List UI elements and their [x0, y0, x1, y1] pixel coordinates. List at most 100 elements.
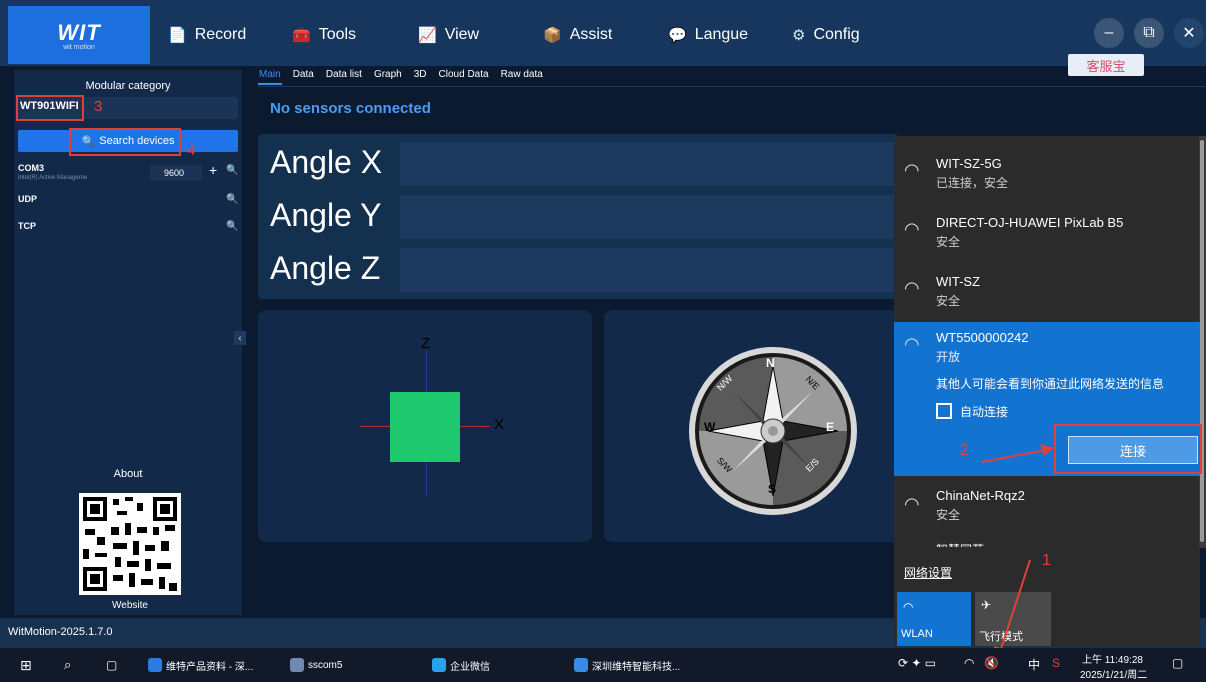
- angle-x-label: Angle X: [270, 144, 383, 180]
- cube-icon: 📦: [543, 27, 562, 44]
- annotation-3: 3: [94, 98, 103, 115]
- port-udp[interactable]: UDP: [18, 194, 37, 204]
- port-com3-desc: Intel(R) Active Manageme: [18, 175, 88, 181]
- menu-tools[interactable]: 🧰 Tools: [292, 22, 356, 48]
- wlan-toggle[interactable]: ◠ WLAN: [897, 592, 971, 646]
- taskbar-app-browser[interactable]: 维特产品资料 - 深...: [148, 648, 253, 682]
- device-name: WT901WIFI: [20, 100, 79, 112]
- menu-langue-label: Langue: [694, 26, 749, 43]
- website-label[interactable]: Website: [79, 600, 181, 611]
- wifi-network-2[interactable]: ◠ DIRECT-OJ-HUAWEI PixLab B5 安全: [894, 205, 1200, 257]
- tab-3d[interactable]: 3D: [413, 67, 428, 85]
- add-icon[interactable]: +: [209, 162, 217, 178]
- tab-bar: Main Data Data list Graph 3D Cloud Data …: [258, 67, 544, 85]
- ime-indicator[interactable]: 中: [1028, 656, 1040, 673]
- tray-icons[interactable]: ⟳ ✦ ▭: [898, 656, 936, 670]
- annotation-arrow-2: [981, 444, 1054, 463]
- wifi-open-icon: ◠: [904, 334, 920, 354]
- angle-z-label: Angle Z: [270, 250, 381, 286]
- scrollbar-thumb[interactable]: [1200, 140, 1204, 542]
- wifi-network-6[interactable]: 智慧同荷: [936, 541, 984, 547]
- wlan-label: WLAN: [901, 628, 933, 640]
- taskbar-app-witmotion[interactable]: 深圳维特智能科技...: [574, 648, 680, 682]
- port-com3[interactable]: COM3: [18, 163, 44, 173]
- baud-select[interactable]: 9600: [150, 165, 202, 181]
- wifi-network-1[interactable]: ◠ WIT-SZ-5G 已连接，安全: [894, 146, 1200, 198]
- notification-icon[interactable]: ▢: [1172, 656, 1183, 670]
- angle-y-value: [400, 195, 898, 239]
- wifi-network-3[interactable]: ◠ WIT-SZ 安全: [894, 264, 1200, 316]
- annotation-box-4: [69, 128, 181, 156]
- document-icon: 📄: [168, 27, 187, 44]
- annotation-2: 2: [960, 442, 969, 459]
- menu-view[interactable]: 📈 View: [418, 22, 479, 48]
- clock-date[interactable]: 2025/1/21/周二: [1080, 666, 1147, 681]
- compass-s: S: [768, 482, 777, 496]
- clock-time[interactable]: 上午 11:49:28: [1082, 651, 1143, 666]
- angle-x-value: [400, 142, 898, 186]
- menu-langue[interactable]: 💬 Langue: [668, 22, 748, 48]
- taskbar-app-wecom[interactable]: 企业微信: [432, 648, 490, 682]
- gear-icon: ⚙: [792, 27, 806, 44]
- wifi-scrollbar[interactable]: [1199, 136, 1206, 548]
- close-button[interactable]: ✕: [1174, 18, 1204, 48]
- wifi-network-5[interactable]: ◠ ChinaNet-Rqz2 安全: [894, 482, 1200, 534]
- menu-assist[interactable]: 📦 Assist: [543, 22, 612, 48]
- tab-main[interactable]: Main: [258, 67, 282, 85]
- wifi-name: DIRECT-OJ-HUAWEI PixLab B5: [936, 215, 1124, 230]
- wecom-icon: [432, 658, 446, 672]
- port-tcp[interactable]: TCP: [18, 221, 36, 231]
- search-icon[interactable]: 🔍: [226, 165, 238, 176]
- wifi-warning: 其他人可能会看到你通过此网络发送的信息: [936, 377, 1165, 391]
- witmotion-icon: [574, 658, 588, 672]
- compass-e: E: [826, 420, 835, 434]
- wifi-name: WIT-SZ: [936, 274, 981, 289]
- taskbar-app-sscom[interactable]: sscom5: [290, 648, 342, 682]
- menu-tools-label: Tools: [318, 26, 357, 43]
- chart-icon: 📈: [418, 27, 437, 44]
- customer-service-badge[interactable]: 客服宝: [1068, 54, 1144, 76]
- taskbar-app-label: 深圳维特智能科技...: [592, 661, 681, 673]
- menu-config[interactable]: ⚙ Config: [792, 22, 860, 48]
- sscom-icon: [290, 658, 304, 672]
- auto-connect-checkbox[interactable]: [936, 403, 952, 419]
- wifi-icon: ◠: [903, 600, 914, 614]
- compass-n: N: [766, 356, 775, 370]
- wifi-icon: ◠: [904, 160, 920, 180]
- sogou-icon[interactable]: S: [1052, 656, 1060, 670]
- collapse-sidebar-button[interactable]: ‹: [234, 331, 246, 345]
- tab-cloud-data[interactable]: Cloud Data: [438, 67, 490, 85]
- tab-data-list[interactable]: Data list: [325, 67, 363, 85]
- compass-w: W: [704, 420, 716, 434]
- wifi-name: WIT-SZ-5G: [936, 156, 1002, 171]
- logo-text: WIT: [57, 19, 101, 45]
- network-settings-link[interactable]: 网络设置: [904, 564, 952, 581]
- z-axis-label: Z: [421, 335, 431, 352]
- search-icon[interactable]: 🔍: [226, 194, 238, 205]
- angle-z-value: [400, 248, 898, 292]
- task-view-icon[interactable]: ▢: [106, 648, 117, 682]
- search-icon[interactable]: ⌕: [64, 648, 71, 682]
- chat-icon: 💬: [668, 27, 687, 44]
- angle-y-label: Angle Y: [270, 197, 382, 233]
- menu-view-label: View: [444, 26, 480, 43]
- tab-data[interactable]: Data: [292, 67, 315, 85]
- restore-button[interactable]: ⧉: [1134, 18, 1164, 48]
- volume-icon[interactable]: 🔇: [984, 656, 999, 670]
- menu-record-label: Record: [194, 26, 247, 43]
- minimize-button[interactable]: –: [1094, 18, 1124, 48]
- app-logo: WIT wit motion: [8, 6, 150, 64]
- menu-record[interactable]: 📄 Record: [168, 22, 246, 48]
- wifi-icon: ◠: [904, 494, 920, 514]
- search-icon[interactable]: 🔍: [226, 221, 238, 232]
- wifi-tray-icon[interactable]: ◠: [964, 656, 974, 670]
- tab-raw-data[interactable]: Raw data: [500, 67, 544, 85]
- windows-start-icon[interactable]: ⊞: [20, 648, 32, 682]
- wifi-status: 安全: [936, 508, 961, 522]
- wifi-name: ChinaNet-Rqz2: [936, 488, 1025, 503]
- wifi-status: 安全: [936, 235, 961, 249]
- tab-graph[interactable]: Graph: [373, 67, 403, 85]
- menu-assist-label: Assist: [569, 26, 613, 43]
- annotation-box-2: [1054, 424, 1202, 474]
- logo-subtext: wit motion: [63, 43, 95, 51]
